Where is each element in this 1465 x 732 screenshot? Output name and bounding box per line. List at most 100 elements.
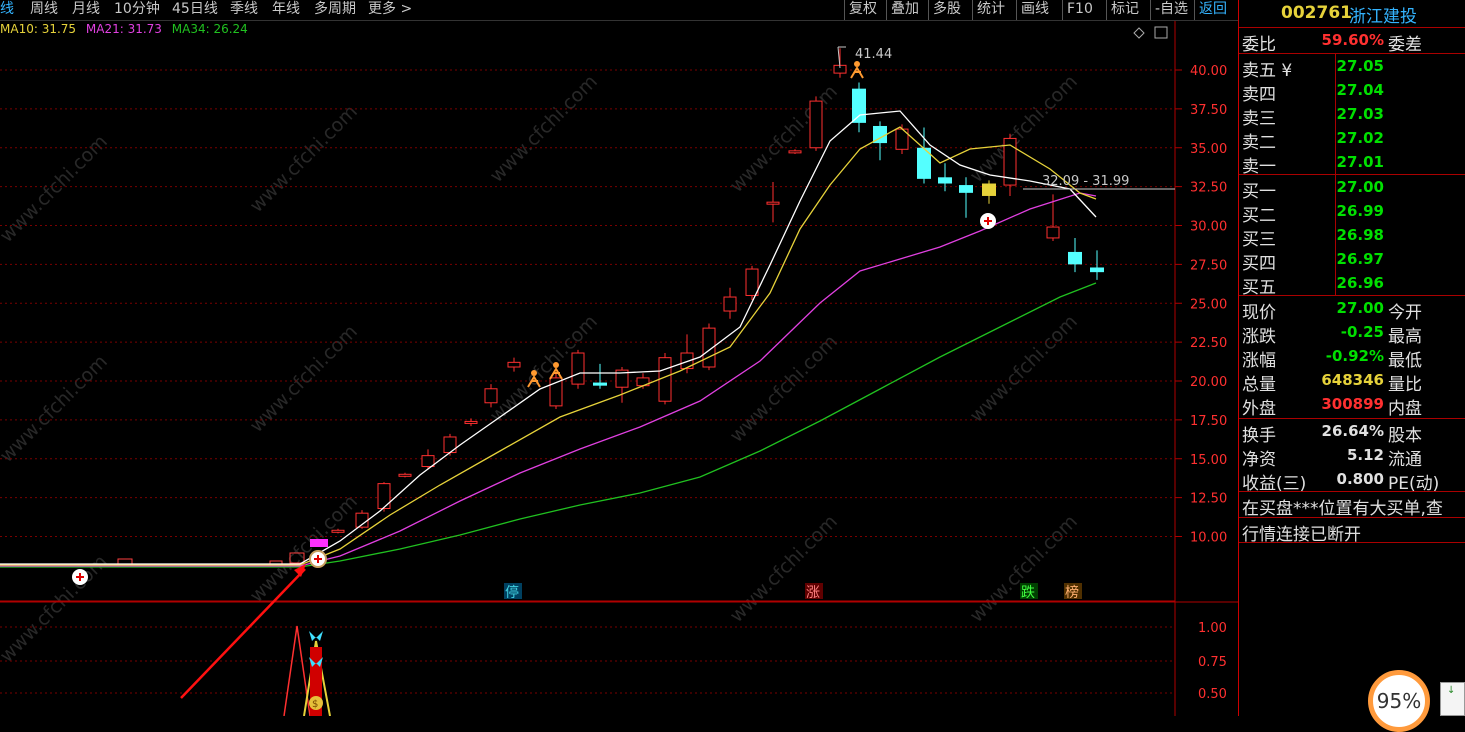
high-label: 41.44 [855, 47, 892, 62]
tab-daily[interactable]: 线 [0, 0, 14, 20]
back-button[interactable]: 返回 [1194, 0, 1231, 20]
price-tick-label: 20.00 [1190, 375, 1227, 390]
multi-stock-button[interactable]: 多股 [928, 0, 965, 20]
candle [852, 82, 866, 133]
ma34-line [0, 282, 1097, 568]
watermark-text: www.cfchi.com [0, 351, 112, 467]
bid-level-value: 26.98 [1336, 226, 1384, 244]
candle [788, 149, 802, 154]
candle [593, 363, 607, 389]
stock-code: 002761 [1281, 3, 1352, 23]
tab-weekly[interactable]: 周线 [30, 0, 58, 20]
stock-name: 浙江建投 [1349, 7, 1417, 27]
ask-level: 卖四 27.04 [1239, 78, 1465, 105]
draw-button[interactable]: 画线 [1016, 0, 1053, 20]
stat2-row-value: 5.12 [1346, 446, 1384, 464]
price-tick-label: 37.50 [1190, 103, 1227, 118]
marker-bang: 榜 [1065, 584, 1079, 601]
tab-monthly[interactable]: 月线 [72, 0, 100, 20]
range-label: 32.09 - 31.99 [1042, 174, 1129, 189]
buy-signal-icon-2 [309, 550, 327, 568]
tab-more[interactable]: 更多 > [368, 0, 412, 20]
stat-row: 涨跌 -0.25 最高 [1239, 320, 1465, 347]
price-tick-label: 15.00 [1190, 453, 1227, 468]
candle [723, 287, 737, 319]
candle [507, 357, 521, 372]
marker-ting: 停 [505, 584, 519, 601]
watermark-text: www.cfchi.com [246, 491, 362, 607]
big-order-message: 在买盘***位置有大买单,查 [1242, 499, 1443, 519]
kline-chart[interactable]: www.cfchi.com www.cfchi.com www.cfchi.com w… [0, 21, 1238, 717]
stat2-row-label2: PE(动) [1388, 474, 1440, 494]
indicator-tick-label: 1.00 [1198, 621, 1227, 636]
stat2-row-value: 0.800 [1336, 470, 1384, 488]
stat2-row: 净资 5.12 流通 [1239, 443, 1465, 470]
ma10-line [0, 126, 1097, 566]
stat2-row-value: 26.64% [1321, 422, 1384, 440]
candle [959, 177, 973, 218]
watermark-text: www.cfchi.com [966, 71, 1082, 187]
stat-row: 外盘 300899 内盘 [1239, 392, 1465, 419]
weibi-label: 委比 [1242, 35, 1276, 55]
stat-row-value: -0.92% [1325, 347, 1384, 365]
marker-zhang: 涨 [806, 585, 820, 601]
kline-svg: www.cfchi.com www.cfchi.com www.cfchi.com w… [0, 21, 1238, 717]
ask-level-value: 27.03 [1336, 105, 1384, 123]
bid-level-value: 27.00 [1336, 178, 1384, 196]
watermark-text: www.cfchi.com [246, 321, 362, 437]
watermark-text: www.cfchi.com [486, 71, 602, 187]
ask-level-value: 27.04 [1336, 81, 1384, 99]
overlay-button[interactable]: 叠加 [886, 0, 923, 20]
stat-row-value: -0.25 [1340, 323, 1384, 341]
price-tick-label: 10.00 [1190, 531, 1227, 546]
candle [982, 180, 996, 204]
price-tick-label: 27.50 [1190, 258, 1227, 273]
watchlist-button[interactable]: -自选 [1150, 0, 1192, 20]
fuquan-button[interactable]: 复权 [844, 0, 881, 20]
buy-signal-icon-3 [980, 213, 996, 229]
annotation-arrow [180, 564, 306, 699]
window-icons [1133, 26, 1168, 39]
stats-button[interactable]: 统计 [972, 0, 1009, 20]
price-tick-label: 22.50 [1190, 336, 1227, 351]
stat-row-value: 27.00 [1336, 299, 1384, 317]
tab-10min[interactable]: 10分钟 [114, 0, 160, 20]
candle [917, 127, 931, 184]
watermark-text: www.cfchi.com [966, 311, 1082, 427]
tab-45day[interactable]: 45日线 [172, 0, 218, 20]
tab-quarterly[interactable]: 季线 [230, 0, 258, 20]
ask-level: 卖三 27.03 [1239, 102, 1465, 129]
tab-multi-period[interactable]: 多周期 [314, 0, 356, 20]
candle [766, 181, 780, 223]
bid-level-value: 26.99 [1336, 202, 1384, 220]
candle [398, 472, 412, 478]
quote-header: 002761 浙江建投 [1239, 0, 1465, 27]
stat-row: 总量 648346 量比 [1239, 368, 1465, 395]
stat2-row: 换手 26.64% 股本 [1239, 419, 1465, 446]
indicator-tick-label: 0.75 [1198, 655, 1227, 670]
candle [1090, 250, 1104, 280]
candle [809, 96, 823, 151]
weibi-value: 59.60% [1321, 31, 1384, 49]
ask-level-value: 27.01 [1336, 153, 1384, 171]
weicha-label: 委差 [1388, 35, 1422, 55]
progress-badge[interactable]: 95% [1368, 670, 1430, 732]
buy-signal-icon [72, 569, 88, 585]
stat-row: 现价 27.00 今开 [1239, 296, 1465, 323]
ask-level-value: 27.05 [1336, 57, 1384, 75]
candle [355, 510, 369, 529]
candle [571, 349, 585, 389]
progress-percent: 95% [1376, 689, 1422, 713]
f10-button[interactable]: F10 [1062, 0, 1097, 20]
ask-level-value: 27.02 [1336, 129, 1384, 147]
download-icon[interactable]: ↓ [1440, 682, 1465, 716]
watermark-text: www.cfchi.com [246, 101, 362, 217]
marker-die: 跌 [1021, 585, 1035, 601]
tab-yearly[interactable]: 年线 [272, 0, 300, 20]
bid-level: 买四 26.97 [1239, 247, 1465, 274]
price-tick-label: 35.00 [1190, 142, 1227, 157]
watermark-text: www.cfchi.com [966, 511, 1082, 627]
mark-button[interactable]: 标记 [1106, 0, 1143, 20]
watermark-text: www.cfchi.com [726, 511, 842, 627]
stat-row-label2: 内盘 [1388, 399, 1422, 419]
